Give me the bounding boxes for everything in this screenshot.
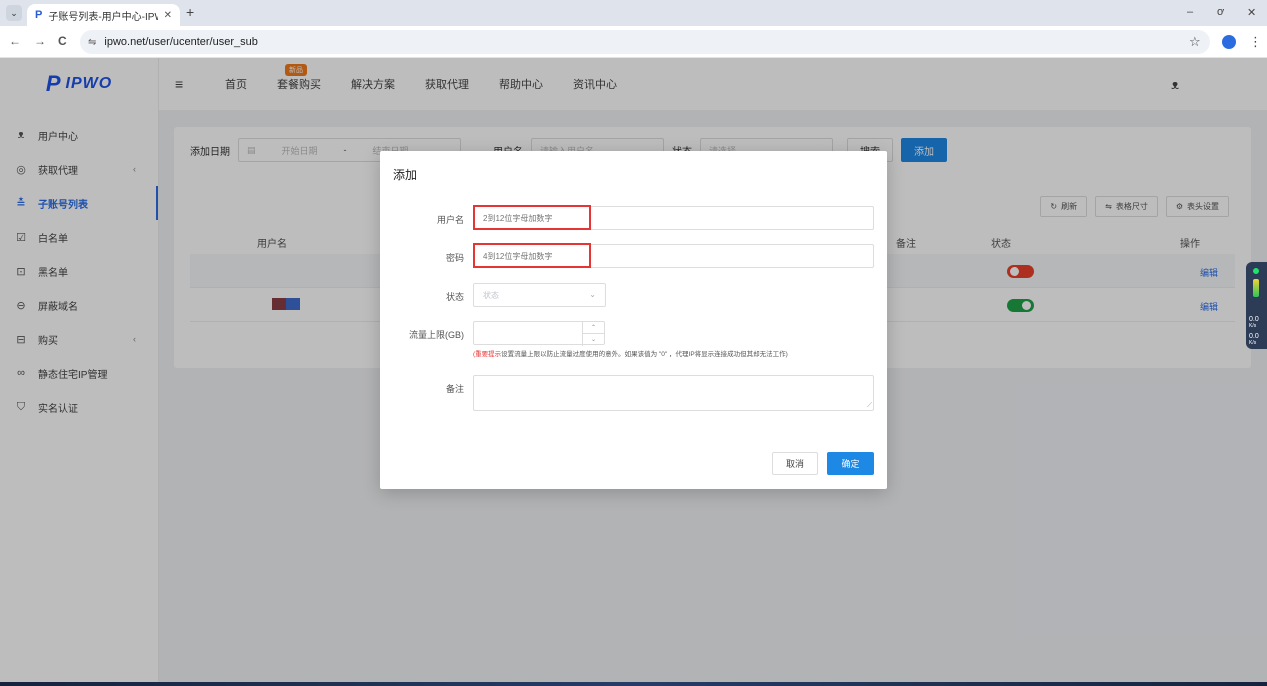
tab-title: 子账号列表-用户中心-IPWO全 (48, 11, 157, 23)
site-favicon-icon: P (35, 9, 43, 21)
number-stepper: ⌃ ⌄ (582, 322, 604, 346)
browser-menu-icon[interactable]: ⋮ (1249, 34, 1262, 50)
minimize-button[interactable]: – (1187, 6, 1193, 18)
address-bar: ← → C ⇋ ipwo.net/user/ucenter/user_sub ☆… (0, 26, 1267, 58)
connection-status-icon (1253, 268, 1259, 274)
new-tab-button[interactable]: + (186, 4, 194, 20)
back-button[interactable]: ← (9, 34, 21, 48)
increment-icon[interactable]: ⌃ (583, 322, 604, 334)
highlight-box (473, 243, 591, 268)
forward-button[interactable]: → (34, 34, 46, 48)
traffic-limit-hint: (重要提示设置流量上限以防止流量过度使用的意外。如果该值为 "0" ，代理IP将… (473, 348, 788, 358)
download-unit: K/s (1249, 340, 1257, 346)
upload-speed: 0.0 (1249, 316, 1259, 323)
bookmark-star-icon[interactable]: ☆ (1189, 34, 1201, 50)
extension-icon[interactable] (1222, 35, 1236, 49)
restore-button[interactable]: ơ (1217, 6, 1224, 18)
confirm-button[interactable]: 确定 (827, 452, 874, 475)
status-select-placeholder: 状态 (483, 290, 499, 300)
upload-unit: K/s (1249, 323, 1257, 329)
note-label: 备注 (445, 384, 464, 394)
status-select[interactable]: 状态 ⌄ (473, 283, 606, 307)
hint-text: 设置流量上限以防止流量过度使用的意外。如果该值为 "0" ，代理IP将显示连接成… (501, 351, 788, 358)
add-sub-account-dialog: 添加 用户名 密码 状态 状态 ⌄ 流量上限(GB) ⌃ ⌄ (重要提示设置流量… (380, 151, 887, 489)
signal-level-icon (1253, 279, 1259, 297)
site-info-icon[interactable]: ⇋ (88, 37, 96, 48)
tab-search-button[interactable]: ⌄ (6, 5, 22, 21)
reload-button[interactable]: C (58, 34, 67, 48)
browser-tab-strip: ⌄ P 子账号列表-用户中心-IPWO全 ✕ + – ơ ✕ (0, 0, 1267, 26)
network-speed-widget[interactable]: 0.0 K/s 0.0 K/s (1246, 262, 1267, 349)
decrement-icon[interactable]: ⌄ (583, 334, 604, 346)
dialog-title: 添加 (393, 168, 418, 182)
tab-close-icon[interactable]: ✕ (164, 10, 172, 21)
browser-tab[interactable]: P 子账号列表-用户中心-IPWO全 ✕ (27, 4, 180, 26)
hint-warning: (重要提示 (473, 351, 502, 358)
window-close-button[interactable]: ✕ (1247, 6, 1256, 19)
username-label: 用户名 (436, 215, 464, 225)
traffic-limit-label: 流量上限(GB) (409, 330, 464, 340)
status-label: 状态 (445, 292, 464, 302)
note-textarea[interactable]: ⟋ (473, 375, 874, 411)
traffic-limit-input[interactable]: ⌃ ⌄ (473, 321, 605, 346)
download-speed: 0.0 (1249, 333, 1259, 340)
resize-handle-icon[interactable]: ⟋ (867, 402, 872, 410)
highlight-box (473, 205, 591, 230)
chevron-down-icon: ⌄ (589, 290, 596, 299)
url-field[interactable]: ⇋ ipwo.net/user/ucenter/user_sub (80, 30, 1210, 54)
password-label: 密码 (445, 253, 464, 263)
url-text: ipwo.net/user/ucenter/user_sub (104, 36, 258, 48)
cancel-button[interactable]: 取消 (772, 452, 818, 475)
